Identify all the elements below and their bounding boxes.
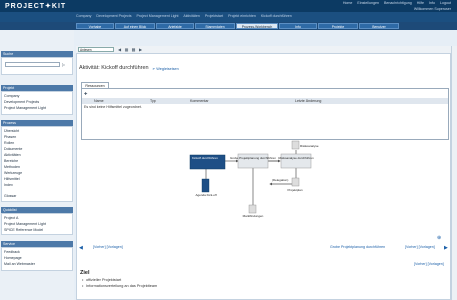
breadcrumb-item[interactable]: Aktivitäten — [183, 14, 200, 18]
back-icon[interactable]: ◀ — [117, 47, 122, 52]
col-letzte-aenderung[interactable]: Letzte Änderung — [295, 99, 321, 103]
link-settings[interactable]: Einstellungen — [357, 1, 379, 5]
sidebar-item-company[interactable]: Company — [4, 94, 19, 98]
col-typ[interactable]: Typ — [150, 99, 156, 103]
process-diagram: Kickoff durchführen Grobe Projektplanung… — [189, 140, 319, 218]
sidebar-item-pml-quick[interactable]: Project Management Light — [4, 222, 46, 226]
branch-label: (Delegation) — [272, 178, 288, 182]
page-title: Aktivität: Kickoff durchführen — [79, 65, 149, 71]
wegleiseisen-label: Wegleiseisen — [156, 67, 179, 71]
logo: PROJECT✦KIT — [5, 3, 67, 10]
sidebar-item-methoden[interactable]: Methoden — [4, 165, 20, 169]
sidebar-item-werkzeuge[interactable]: Werkzeuge — [4, 171, 22, 175]
tab-info[interactable]: Info — [279, 23, 317, 29]
sidebar-item-bereiche[interactable]: Bereiche — [4, 159, 18, 163]
sidebar-item-spice[interactable]: SPICE Reference Model — [4, 228, 43, 232]
doc-projektplan-label: Projektplan — [287, 188, 302, 192]
doc-risikoanalyse-label: Risikoanalyse — [300, 144, 319, 148]
save-icon[interactable]: ▦ — [124, 47, 129, 52]
link-help[interactable]: Hilfe — [417, 1, 424, 5]
link-home[interactable]: Home — [343, 1, 353, 5]
table-header — [82, 98, 448, 104]
search-box: ▷ — [1, 57, 73, 75]
sidebar-item-homepage[interactable]: Homepage — [4, 256, 22, 260]
link-notifications[interactable]: Benachrichtigung — [384, 1, 412, 5]
resources-panel — [81, 88, 449, 140]
prev-links[interactable]: [Vorher] [Vorlagen] — [93, 245, 123, 249]
diagram-middle-label: Grobe Projektplanung durchführen — [230, 156, 276, 160]
ziel-heading: Ziel — [80, 270, 90, 276]
breadcrumb-item[interactable]: Development Projects — [96, 14, 131, 18]
tab-prozess-workbench[interactable]: Prozess-Workbench — [236, 23, 278, 29]
tab-vorhabe[interactable]: Vorhabe — [76, 23, 114, 29]
sidebar-item-rollen[interactable]: Rollen — [4, 141, 14, 145]
next-arrow-icon[interactable]: ▶ — [444, 245, 448, 251]
sidebar-item-project-a[interactable]: Project A — [4, 216, 18, 220]
sidebar-item-phasen[interactable]: Phasen — [4, 135, 16, 139]
link-info[interactable]: Info — [429, 1, 435, 5]
sidebar-item-dokumente[interactable]: Dokumente — [4, 147, 22, 151]
tab-projekte[interactable]: Projekte — [318, 23, 358, 29]
doc-agenda-label: Agenda Kick-off — [195, 193, 216, 197]
breadcrumb-item[interactable]: Project Management Light — [137, 14, 179, 18]
sidebar-item-uebersicht[interactable]: Übersicht — [4, 129, 19, 133]
top-links: Home Einstellungen Benachrichtigung Hilf… — [339, 1, 451, 5]
sidebar-item-aktivitaeten[interactable]: Aktivitäten — [4, 153, 21, 157]
add-resource-icon[interactable]: ✚ — [84, 91, 87, 96]
forward-icon[interactable]: ▶ — [138, 47, 143, 52]
document-icon[interactable] — [291, 177, 300, 187]
more-links[interactable]: [Vorher] [Vorlagen] — [414, 262, 444, 266]
zoom-icon[interactable]: ⊕ — [437, 235, 441, 241]
breadcrumb-item[interactable]: Projekt einrichten — [228, 14, 256, 18]
tab-artefakte[interactable]: Artefakte — [156, 23, 194, 29]
tab-auf-einen-blick[interactable]: Auf einen Blick — [115, 23, 155, 29]
breadcrumb-item[interactable]: Projektstart — [205, 14, 223, 18]
tab-stammdaten[interactable]: Stammdaten — [195, 23, 235, 29]
col-name[interactable]: Name — [94, 99, 104, 103]
diagram-start-label: Kickoff durchführen — [192, 156, 218, 160]
breadcrumb: Company Development Projects Project Man… — [76, 14, 296, 18]
sidebar-item-hilfsmittel[interactable]: Hilfsmittel — [4, 177, 20, 181]
sidebar-item-pml[interactable]: Project Management Light — [4, 106, 46, 110]
view-select[interactable]: Anlesen — [78, 47, 114, 52]
welcome-user: Willkommen Superuser — [413, 7, 451, 11]
ziel-bullet: Informationsverteilung an das Projekttea… — [82, 284, 157, 288]
wegleiseisen-link[interactable]: ➢ Wegleiseisen — [152, 66, 179, 71]
document-icon[interactable] — [248, 204, 257, 214]
sidebar-item-glossar[interactable]: Glossar — [4, 194, 16, 198]
next-links[interactable]: [Vorher] [Vorlagen] — [405, 245, 435, 249]
search-icon[interactable]: ▷ — [62, 62, 65, 67]
breadcrumb-item[interactable]: Company — [76, 14, 91, 18]
sidebar-item-index[interactable]: Index — [4, 183, 13, 187]
tab-benutzer[interactable]: Benutzer — [359, 23, 399, 29]
diagram-right-label: Risikoanalyse durchführen — [278, 156, 314, 160]
search-input[interactable] — [5, 62, 60, 67]
breadcrumb-item: Kickoff durchführen — [260, 14, 292, 18]
print-icon[interactable]: ▩ — [131, 47, 136, 52]
next-activity-link[interactable]: Grobe Projektplanung durchführen — [330, 245, 385, 249]
sidebar-item-feedback[interactable]: Feedback — [4, 250, 20, 254]
document-icon[interactable] — [201, 178, 210, 193]
sidebar-item-development-projects[interactable]: Development Projects — [4, 100, 39, 104]
scrollbar[interactable] — [451, 46, 457, 300]
empty-message: Es sind keine Hilfsmittel zugeordnet. — [84, 105, 142, 109]
col-kommentar[interactable]: Kommentar — [190, 99, 209, 103]
doc-marktfindungen-label: Marktfindungen — [243, 214, 264, 218]
ziel-bullet: offizieller Projektstart — [82, 278, 121, 282]
link-logout[interactable]: Logout — [440, 1, 451, 5]
document-icon[interactable] — [291, 140, 300, 150]
sidebar-item-mail-webmaster[interactable]: Mail an Webmaster — [4, 262, 35, 266]
prev-arrow-icon[interactable]: ◀ — [79, 245, 83, 251]
